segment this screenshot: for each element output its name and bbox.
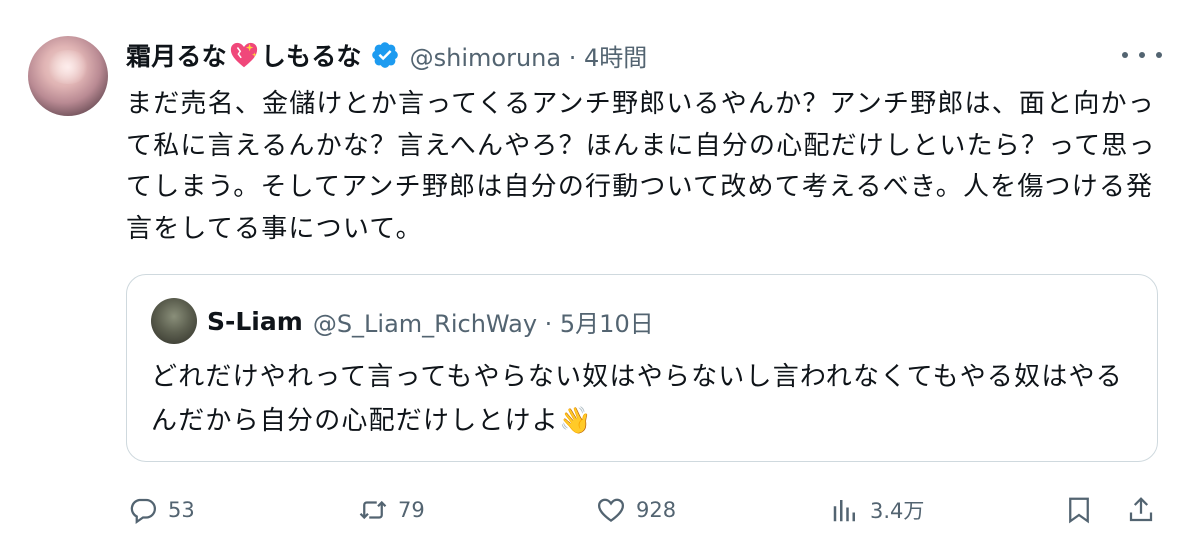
- reply-count: 53: [168, 498, 195, 522]
- repost-count: 79: [398, 498, 425, 522]
- more-icon[interactable]: [1122, 40, 1162, 70]
- views-icon: [833, 500, 855, 522]
- author-avatar[interactable]: [28, 36, 108, 116]
- repost-icon: [359, 500, 387, 520]
- tweet-card[interactable]: 霜月るな しもるな @shimoruna · 4時間 まだ売名、金儲けとか言って…: [0, 0, 1191, 547]
- bookmark-button[interactable]: [1064, 488, 1094, 532]
- share-icon: [1129, 497, 1153, 522]
- action-bar: 53 79 928 3.4万: [0, 488, 1191, 532]
- repost-button[interactable]: 79: [358, 488, 425, 532]
- author-name-part1: 霜月るな: [126, 42, 227, 71]
- heart-emoji-icon: [230, 42, 257, 68]
- quote-header: S-Liam @S_Liam_RichWay · 5月10日: [207, 303, 654, 339]
- waving-hand-emoji: 👋: [559, 406, 593, 436]
- tweet-text: まだ売名、金儲けとか言ってくるアンチ野郎いるやんか？アンチ野郎は、面と向かって私…: [126, 89, 1156, 244]
- quote-text-block: どれだけやれって言ってもやらない奴はやらないし言われなくてもやる奴はやるんだから…: [151, 355, 1131, 443]
- bookmark-icon: [1069, 497, 1089, 524]
- views-count: 3.4万: [870, 499, 925, 523]
- reply-icon: [130, 498, 156, 525]
- reply-button[interactable]: 53: [128, 488, 195, 532]
- quote-author-name: S-Liam: [207, 306, 303, 336]
- like-icon: [597, 498, 625, 523]
- author-name-part2: しもるな: [260, 42, 362, 71]
- quote-handle-time: @S_Liam_RichWay · 5月10日: [312, 309, 654, 338]
- verified-badge-icon: [371, 42, 398, 68]
- author-name[interactable]: 霜月るな しもるな: [126, 37, 362, 73]
- like-button[interactable]: 928: [596, 488, 676, 532]
- author-handle-time[interactable]: @shimoruna · 4時間: [410, 38, 648, 73]
- quote-text: どれだけやれって言ってもやらない奴はやらないし言われなくてもやる奴はやるんだから…: [151, 362, 1123, 436]
- share-button[interactable]: [1126, 488, 1156, 532]
- views-button[interactable]: 3.4万: [830, 488, 924, 532]
- tweet-header: 霜月るな しもるな @shimoruna · 4時間: [126, 38, 647, 72]
- quote-author-avatar: [151, 298, 197, 344]
- quoted-tweet[interactable]: S-Liam @S_Liam_RichWay · 5月10日 どれだけやれって言…: [126, 274, 1158, 462]
- like-count: 928: [636, 498, 677, 522]
